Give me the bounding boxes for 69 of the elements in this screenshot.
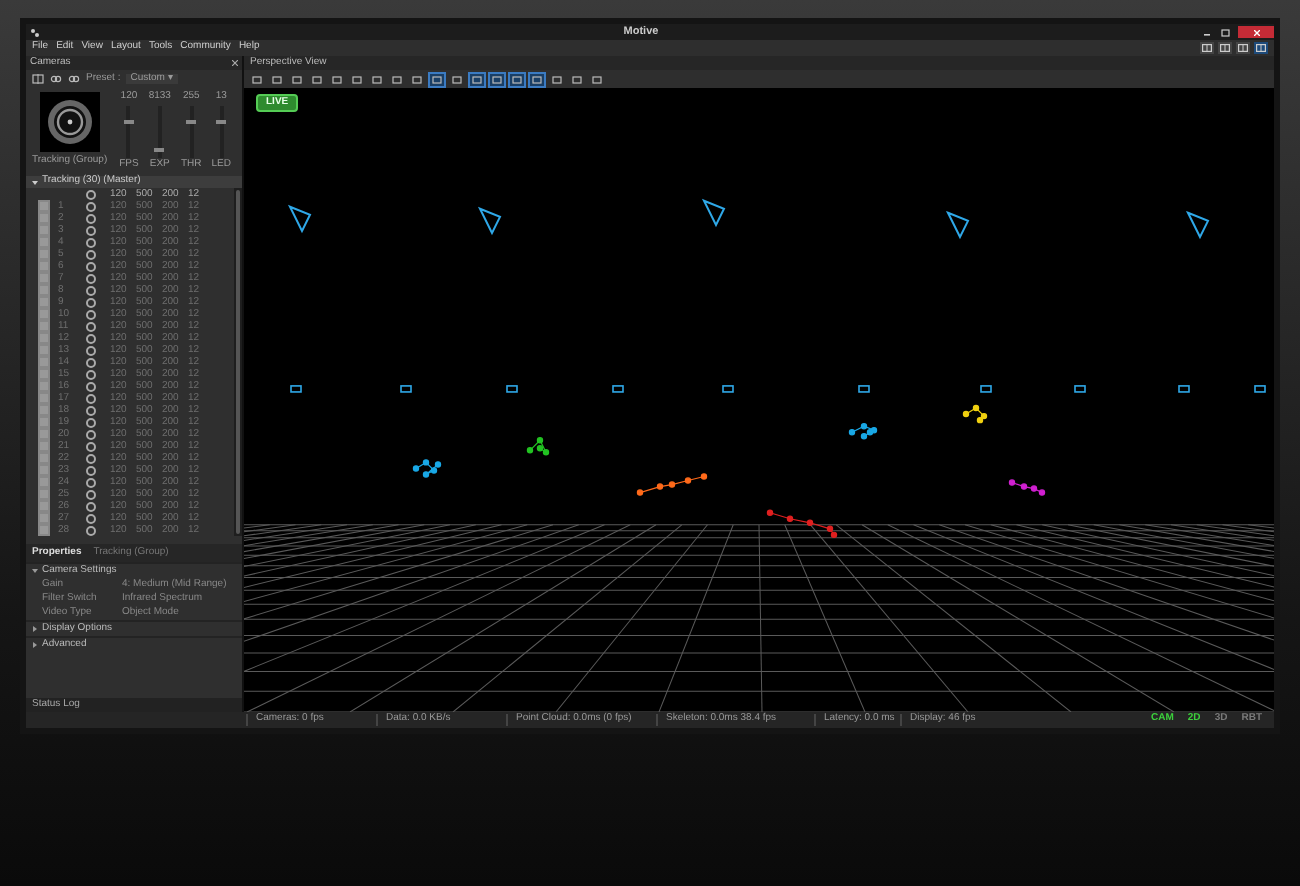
marker-cluster-drawing [412, 459, 442, 478]
marker-cluster-drawing [766, 509, 838, 539]
checkbox[interactable] [38, 308, 49, 320]
checkbox[interactable] [38, 200, 49, 212]
checkbox[interactable] [38, 296, 49, 308]
checkbox[interactable] [38, 212, 49, 224]
layout-button[interactable] [1200, 42, 1214, 54]
checkbox[interactable] [38, 512, 49, 524]
layout-button[interactable] [1218, 42, 1232, 54]
checkbox[interactable] [38, 224, 49, 236]
checkbox[interactable] [38, 476, 49, 488]
checkbox[interactable] [38, 488, 49, 500]
marker-cluster-drawing [636, 473, 708, 496]
marker-cluster-drawing [526, 437, 550, 456]
checkbox[interactable] [38, 236, 49, 248]
close-icon[interactable] [232, 60, 238, 66]
camera-icon[interactable] [290, 385, 302, 393]
camera-icon[interactable] [1254, 385, 1266, 393]
layout-icon [1220, 44, 1230, 52]
checkbox[interactable] [38, 500, 49, 512]
camera-icon[interactable] [506, 385, 518, 393]
camera-icon[interactable] [980, 385, 992, 393]
checkbox[interactable] [38, 284, 49, 296]
checkbox[interactable] [38, 392, 49, 404]
checkbox[interactable] [38, 332, 49, 344]
slider-thumb[interactable] [186, 119, 197, 124]
camera-icon[interactable] [947, 211, 970, 238]
checkbox[interactable] [38, 248, 49, 260]
checkbox[interactable] [38, 416, 49, 428]
checkbox[interactable] [38, 356, 49, 368]
camera-icon[interactable] [722, 385, 734, 393]
layout-icon [1238, 44, 1248, 52]
checkbox[interactable] [38, 380, 49, 392]
camera-icon[interactable] [1178, 385, 1190, 393]
camera-icon[interactable] [289, 205, 312, 232]
checkbox[interactable] [38, 344, 49, 356]
marker-cluster-drawing [848, 422, 878, 440]
checkbox[interactable] [38, 368, 49, 380]
camera-icon[interactable] [1074, 385, 1086, 393]
camera-icon[interactable] [703, 199, 726, 226]
checkbox[interactable] [38, 272, 49, 284]
camera-icon[interactable] [858, 385, 870, 393]
marker-cluster-drawing [962, 404, 988, 424]
checkbox[interactable] [38, 428, 49, 440]
close-button[interactable] [1238, 26, 1274, 38]
checkbox[interactable] [38, 440, 49, 452]
layout-button[interactable] [1254, 42, 1268, 54]
app-logo-icon [30, 27, 40, 37]
checkbox[interactable] [38, 404, 49, 416]
close-icon [1253, 29, 1259, 35]
scrollbar-thumb[interactable] [235, 190, 241, 534]
grid-icon[interactable] [32, 74, 44, 84]
layout-button[interactable] [1236, 42, 1250, 54]
slider-thumb[interactable] [154, 148, 165, 153]
camera-icon[interactable] [1187, 211, 1210, 238]
camera-icon[interactable] [400, 385, 412, 393]
slider-thumb[interactable] [123, 119, 134, 124]
checkbox[interactable] [38, 452, 49, 464]
camera-icon[interactable] [612, 385, 624, 393]
checkbox[interactable] [38, 464, 49, 476]
camera-icon[interactable] [479, 207, 502, 234]
layout-icon [1202, 44, 1212, 52]
layout-icon [1256, 44, 1266, 52]
checkbox[interactable] [38, 524, 49, 536]
slider-thumb[interactable] [216, 119, 227, 124]
checkbox[interactable] [38, 320, 49, 332]
restore-icon[interactable] [1220, 27, 1232, 37]
checkbox[interactable] [38, 260, 49, 272]
marker-cluster-drawing [1008, 479, 1046, 496]
